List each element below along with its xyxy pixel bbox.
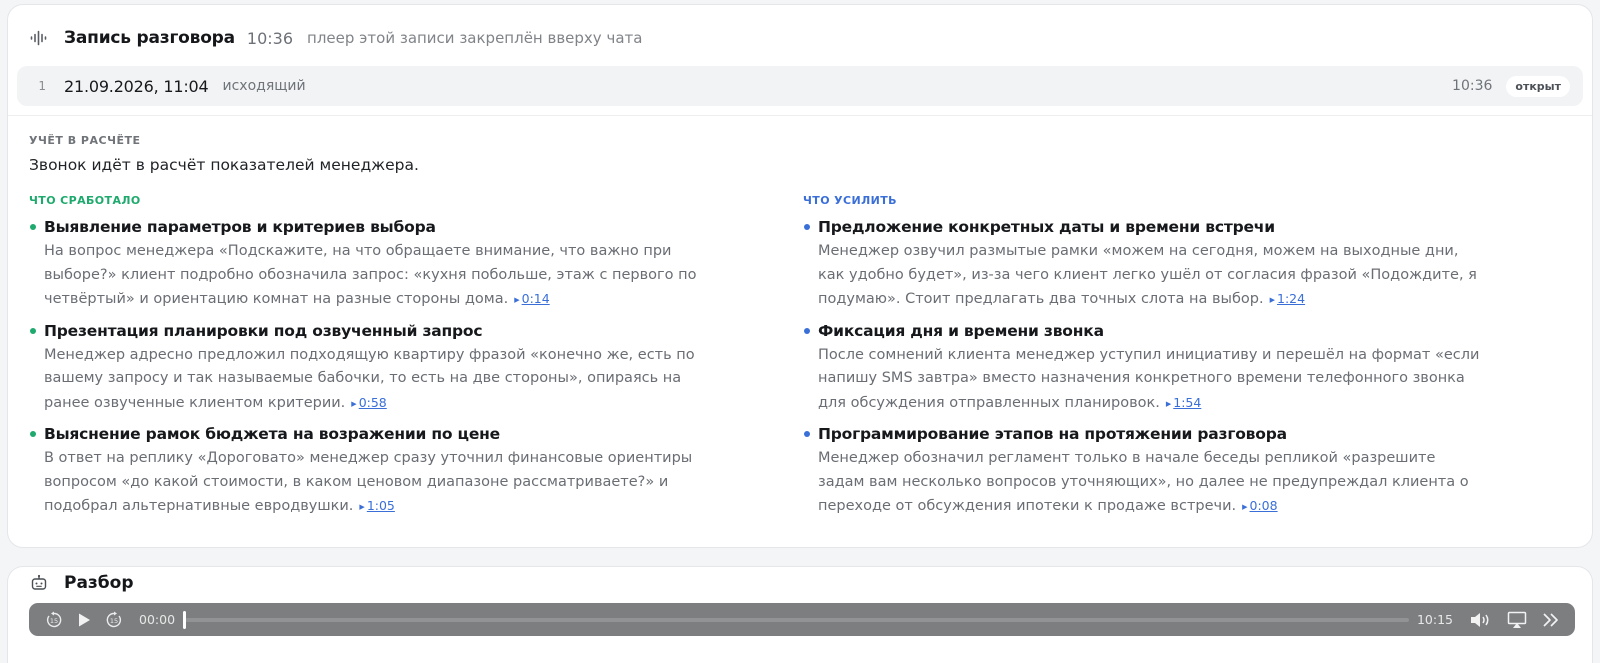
svg-text:15: 15 (110, 617, 118, 625)
recording-note: плеер этой записи закреплён вверху чата (307, 29, 643, 47)
bullet-icon (30, 431, 36, 437)
waveform-icon (30, 28, 50, 48)
timestamp-link[interactable]: ▶ 0:08 (1242, 498, 1277, 513)
analysis-header: Разбор (30, 570, 134, 596)
recording-card: Запись разговора 10:36 плеер этой записи… (7, 4, 1593, 548)
skip-back-15-icon[interactable]: 15 (43, 609, 65, 631)
improve-column: ЧТО УСИЛИТЬ Предложение конкретных даты … (803, 194, 1483, 528)
item-title: Выявление параметров и критериев выбора (44, 218, 436, 236)
skip-forward-15-icon[interactable]: 15 (103, 609, 125, 631)
recording-header: Запись разговора 10:36 плеер этой записи… (30, 25, 642, 51)
item-title: Программирование этапов на протяжении ра… (818, 425, 1287, 443)
player-progress-thumb[interactable] (183, 610, 186, 629)
player-current-time: 00:00 (139, 612, 176, 627)
player-progress-track[interactable] (183, 610, 1409, 629)
item-title: Презентация планировки под озвученный за… (44, 321, 483, 340)
player-total-time: 10:15 (1416, 612, 1453, 627)
play-marker-icon: ▶ (359, 503, 365, 511)
play-icon[interactable] (73, 609, 95, 631)
play-marker-icon: ▶ (514, 296, 520, 304)
svg-text:15: 15 (50, 617, 58, 625)
bullet-icon (30, 224, 36, 230)
call-index: 1 (38, 79, 46, 93)
call-row[interactable]: 1 21.09.2026, 11:04 исходящий 10:36 откр… (17, 66, 1583, 106)
volume-icon[interactable] (1467, 609, 1495, 631)
robot-icon (30, 573, 50, 593)
recording-title: Запись разговора (64, 28, 235, 48)
divider (8, 115, 1592, 116)
call-duration: 10:36 (1452, 78, 1493, 94)
timestamp-link[interactable]: ▶ 0:58 (351, 395, 386, 410)
item-text: После сомнений клиента менеджер уступил … (818, 344, 1483, 417)
item-title: Предложение конкретных даты и времени вс… (818, 218, 1275, 236)
timestamp-link[interactable]: ▶ 1:24 (1270, 291, 1305, 306)
timestamp-link[interactable]: ▶ 1:05 (359, 498, 394, 513)
audio-player: 15 15 00:00 10:15 (29, 603, 1575, 636)
timestamp-link[interactable]: ▶ 0:14 (514, 291, 549, 306)
analysis-title: Разбор (64, 573, 134, 593)
recording-duration: 10:36 (246, 28, 294, 48)
worked-item: Презентация планировки под озвученный за… (29, 321, 719, 417)
bullet-icon (804, 431, 810, 437)
airplay-icon[interactable] (1505, 609, 1529, 631)
timestamp-link[interactable]: ▶ 1:54 (1166, 395, 1201, 410)
item-text: Менеджер адресно предложил подходящую кв… (44, 344, 719, 417)
calculation-text: Звонок идёт в расчёт показателей менедже… (29, 156, 419, 174)
play-marker-icon: ▶ (351, 399, 357, 408)
play-marker-icon: ▶ (1269, 296, 1275, 304)
item-text: На вопрос менеджера «Подскажите, на что … (44, 240, 719, 313)
bullet-icon (30, 327, 36, 334)
item-text: Менеджер обозначил регламент только в на… (818, 447, 1483, 520)
more-icon[interactable] (1539, 609, 1563, 631)
bullet-icon (804, 224, 810, 230)
analysis-card: Разбор 15 15 00:00 10:15 (7, 566, 1593, 663)
item-text: В ответ на реплику «Дороговато» менеджер… (44, 447, 719, 520)
worked-item: Выявление параметров и критериев выбора … (29, 217, 719, 313)
call-direction: исходящий (222, 78, 306, 94)
play-marker-icon: ▶ (1165, 399, 1172, 408)
item-title: Фиксация дня и времени звонка (818, 321, 1104, 340)
worked-item: Выяснение рамок бюджета на возражении по… (29, 424, 719, 520)
improve-label: ЧТО УСИЛИТЬ (803, 194, 897, 207)
calculation-label: УЧЁТ В РАСЧЁТЕ (29, 134, 141, 147)
improve-item: Фиксация дня и времени звонка После сомн… (803, 321, 1483, 417)
call-status-badge: открыт (1506, 75, 1570, 97)
item-title: Выяснение рамок бюджета на возражении по… (44, 425, 500, 443)
call-datetime: 21.09.2026, 11:04 (64, 76, 209, 96)
improve-item: Предложение конкретных даты и времени вс… (803, 217, 1483, 313)
play-marker-icon: ▶ (1242, 503, 1248, 511)
item-text: Менеджер озвучил размытые рамки «можем н… (818, 240, 1483, 313)
worked-column: ЧТО СРАБОТАЛО Выявление параметров и кри… (29, 194, 719, 528)
bullet-icon (804, 327, 810, 334)
improve-item: Программирование этапов на протяжении ра… (803, 424, 1483, 520)
worked-label: ЧТО СРАБОТАЛО (29, 194, 141, 207)
